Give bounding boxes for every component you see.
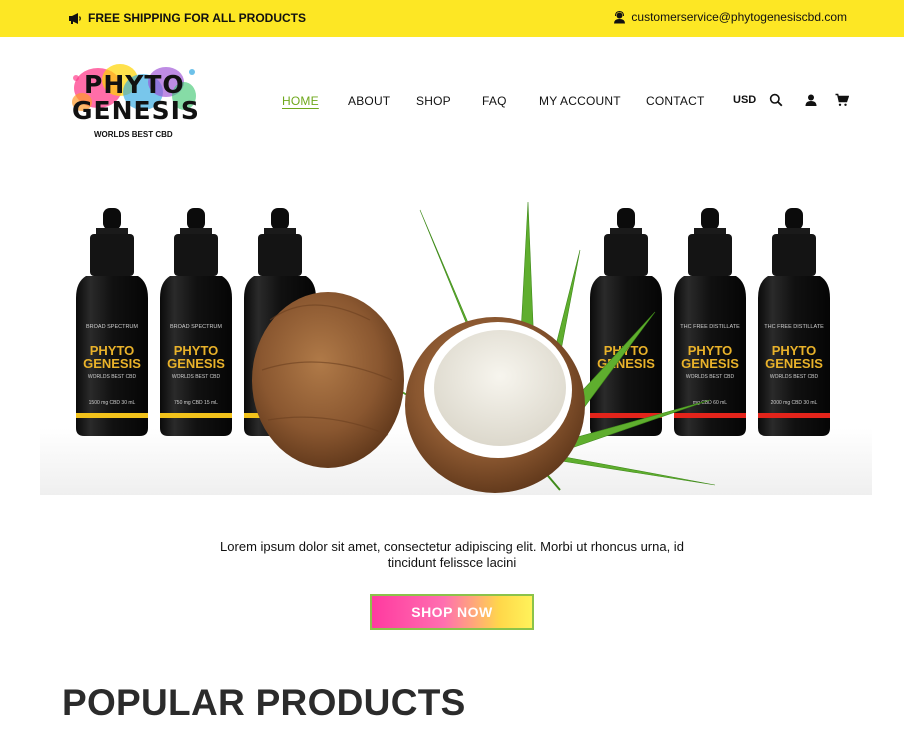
nav-about[interactable]: ABOUT bbox=[348, 94, 390, 108]
free-shipping-promo: FREE SHIPPING FOR ALL PRODUCTS bbox=[68, 11, 306, 25]
promo-text: FREE SHIPPING FOR ALL PRODUCTS bbox=[88, 11, 307, 25]
whole-coconut bbox=[252, 292, 404, 468]
bottle-2-sub: WORLDS BEST CBD bbox=[172, 374, 221, 380]
bottle-1-dose: 1500 mg CBD 30 mL bbox=[89, 400, 136, 406]
currency-selector[interactable]: USD bbox=[733, 94, 756, 106]
bottle-5-type: THC FREE DISTILLATE bbox=[680, 324, 740, 330]
nav-faq[interactable]: FAQ bbox=[482, 94, 507, 108]
logo-tagline: WORLDS BEST CBD bbox=[94, 130, 173, 139]
cart-icon[interactable] bbox=[835, 93, 849, 107]
intro-text: Lorem ipsum dolor sit amet, consectetur … bbox=[220, 539, 684, 570]
megaphone-icon bbox=[69, 12, 81, 24]
search-icon[interactable] bbox=[769, 93, 783, 107]
bottle-1-sub: WORLDS BEST CBD bbox=[88, 374, 137, 380]
halved-coconut bbox=[405, 317, 585, 493]
bottle-1-type: BROAD SPECTRUM bbox=[86, 324, 138, 330]
bottle-5-brand-2: GENESIS bbox=[681, 356, 739, 371]
contact-email-text[interactable]: customerservice@phytogenesiscbd.com bbox=[631, 10, 847, 24]
bottle-6-brand-2: GENESIS bbox=[765, 356, 823, 371]
bottle-5-dose: mg CBD 60 mL bbox=[693, 400, 727, 406]
user-icon[interactable] bbox=[804, 93, 818, 107]
nav-home[interactable]: HOME bbox=[282, 94, 319, 108]
bottle-2-dose: 750 mg CBD 15 mL bbox=[174, 400, 218, 406]
bottle-4: PHYTO GENESIS bbox=[590, 208, 662, 436]
bottle-1-brand-2: GENESIS bbox=[83, 356, 141, 371]
main-navigation: HOME ABOUT SHOP FAQ MY ACCOUNT CONTACT U… bbox=[0, 93, 904, 108]
bottle-6-type: THC FREE DISTILLATE bbox=[764, 324, 824, 330]
nav-contact[interactable]: CONTACT bbox=[646, 94, 705, 108]
hero-banner: BROAD SPECTRUM PHYTO GENESIS WORLDS BEST… bbox=[40, 190, 872, 495]
nav-my-account[interactable]: MY ACCOUNT bbox=[539, 94, 621, 108]
bottle-2: BROAD SPECTRUM PHYTO GENESIS WORLDS BEST… bbox=[160, 208, 232, 436]
popular-products-heading: POPULAR PRODUCTS bbox=[62, 682, 466, 723]
bottle-6-sub: WORLDS BEST CBD bbox=[770, 374, 819, 380]
support-agent-icon bbox=[614, 10, 626, 23]
bottle-5: THC FREE DISTILLATE PHYTO GENESIS WORLDS… bbox=[674, 208, 746, 436]
bottle-1: BROAD SPECTRUM PHYTO GENESIS WORLDS BEST… bbox=[76, 208, 148, 436]
bottle-2-type: BROAD SPECTRUM bbox=[170, 324, 222, 330]
top-promo-bar: FREE SHIPPING FOR ALL PRODUCTS customers… bbox=[0, 0, 904, 37]
bottle-6: THC FREE DISTILLATE PHYTO GENESIS WORLDS… bbox=[758, 208, 830, 436]
bottle-6-dose: 2000 mg CBD 30 mL bbox=[771, 400, 818, 406]
bottle-2-brand-2: GENESIS bbox=[167, 356, 225, 371]
shop-now-button[interactable]: SHOP NOW bbox=[370, 594, 534, 630]
hero-illustration: BROAD SPECTRUM PHYTO GENESIS WORLDS BEST… bbox=[76, 201, 830, 493]
contact-email[interactable]: customerservice@phytogenesiscbd.com bbox=[613, 10, 847, 24]
bottle-5-sub: WORLDS BEST CBD bbox=[686, 374, 735, 380]
nav-shop[interactable]: SHOP bbox=[416, 94, 451, 108]
